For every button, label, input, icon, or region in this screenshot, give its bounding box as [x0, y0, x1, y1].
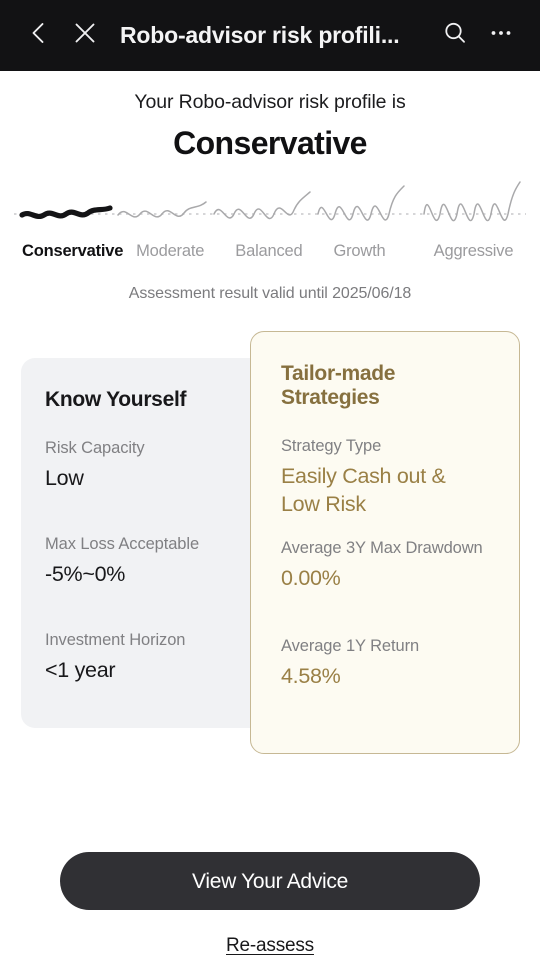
- search-button[interactable]: [432, 13, 478, 59]
- profile-intro: Your Robo-advisor risk profile is Conser…: [0, 71, 540, 162]
- summary-cards: Know Yourself Risk Capacity Low Max Loss…: [0, 331, 540, 761]
- field-value: 0.00%: [281, 565, 341, 590]
- scale-label-aggressive[interactable]: Aggressive: [434, 242, 518, 261]
- field-risk-capacity: Risk Capacity Low: [45, 439, 282, 493]
- field-strategy-type: Strategy Type Easily Cash out & Low Risk: [281, 437, 489, 519]
- view-your-advice-button[interactable]: View Your Advice: [60, 852, 480, 910]
- field-value: Easily Cash out & Low Risk: [281, 464, 446, 516]
- app-header: Robo-advisor risk profili...: [0, 0, 540, 71]
- field-investment-horizon: Investment Horizon <1 year: [45, 631, 282, 685]
- page-title: Robo-advisor risk profili...: [120, 22, 400, 48]
- re-assess-link[interactable]: Re-assess: [226, 935, 314, 957]
- field-label: Strategy Type: [281, 437, 382, 455]
- scale-label-balanced[interactable]: Balanced: [235, 242, 333, 261]
- risk-scale-labels: Conservative Moderate Balanced Growth Ag…: [0, 242, 540, 261]
- wave-growth: [317, 185, 405, 221]
- wave-moderate: [117, 201, 207, 218]
- field-average-3y-max-drawdown: Average 3Y Max Drawdown 0.00%: [281, 539, 489, 593]
- validity-note: Assessment result valid until 2025/06/18: [128, 285, 412, 302]
- profile-name: Conservative: [173, 125, 367, 161]
- field-label: Average 1Y Return: [281, 636, 420, 655]
- field-label: Max Loss Acceptable: [45, 534, 200, 553]
- back-button[interactable]: [16, 13, 62, 59]
- know-yourself-title: Know Yourself: [45, 388, 187, 411]
- close-button[interactable]: [62, 13, 108, 59]
- field-value: -5%~0%: [45, 561, 126, 586]
- field-label: Risk Capacity: [45, 439, 145, 457]
- field-max-loss-acceptable: Max Loss Acceptable -5%~0%: [45, 535, 282, 589]
- wave-conservative: [19, 205, 113, 220]
- field-average-1y-return: Average 1Y Return 4.58%: [281, 637, 489, 691]
- search-icon: [442, 20, 468, 51]
- scale-label-growth[interactable]: Growth: [333, 242, 433, 261]
- field-label: Investment Horizon: [45, 630, 186, 649]
- profile-subtitle: Your Robo-advisor risk profile is: [134, 91, 406, 113]
- risk-scale-waves: [14, 181, 526, 222]
- scale-label-moderate[interactable]: Moderate: [136, 242, 235, 261]
- wave-aggressive: [423, 181, 521, 222]
- more-options-button[interactable]: [478, 13, 524, 59]
- close-icon: [72, 20, 98, 51]
- field-value: 4.58%: [281, 663, 341, 688]
- chevron-left-icon: [26, 20, 52, 51]
- field-value: Low: [45, 466, 84, 490]
- scale-label-conservative[interactable]: Conservative: [22, 242, 136, 261]
- field-value: <1 year: [45, 657, 116, 682]
- field-label: Average 3Y Max Drawdown: [281, 538, 483, 557]
- tailor-made-strategies-title: Tailor-made Strategies: [281, 362, 396, 409]
- risk-scale: Conservative Moderate Balanced Growth Ag…: [0, 178, 540, 261]
- more-options-icon: [488, 20, 514, 51]
- tailor-made-strategies-card: Tailor-made Strategies Strategy Type Eas…: [250, 331, 520, 754]
- footer-actions: View Your Advice Re-assess: [0, 852, 540, 973]
